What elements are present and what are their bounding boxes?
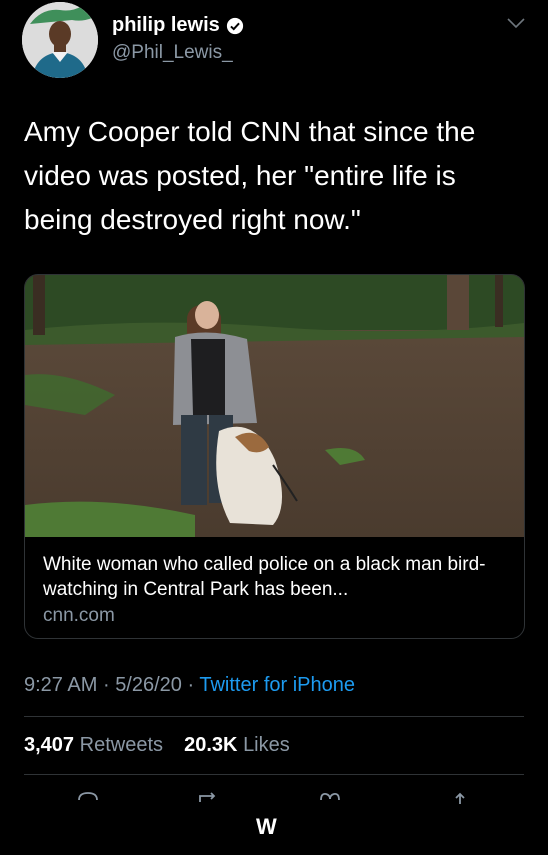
tweet-stats: 3,407 Retweets 20.3K Likes — [24, 734, 290, 757]
display-name-row[interactable]: philip lewis — [112, 14, 244, 37]
like-icon[interactable] — [318, 790, 342, 806]
card-domain[interactable]: cnn.com — [43, 605, 115, 627]
tweet-meta: 9:27 AM · 5/26/20 · Twitter for iPhone — [24, 674, 355, 697]
divider — [24, 716, 524, 717]
action-bar — [0, 776, 548, 806]
tweet-date[interactable]: 5/26/20 — [115, 674, 182, 696]
verified-badge-icon — [226, 17, 243, 34]
likes-stat[interactable]: 20.3K Likes — [184, 734, 290, 756]
likes-label: Likes — [243, 734, 290, 756]
meta-separator: · — [187, 674, 195, 696]
handle[interactable]: @Phil_Lewis_ — [112, 42, 244, 64]
retweets-label: Retweets — [79, 734, 163, 756]
avatar[interactable] — [22, 2, 98, 78]
likes-count: 20.3K — [184, 734, 238, 756]
meta-separator: · — [102, 674, 110, 696]
share-icon[interactable] — [448, 790, 472, 806]
chevron-down-icon[interactable] — [506, 16, 526, 30]
retweets-stat[interactable]: 3,407 Retweets — [24, 734, 169, 756]
tweet-source[interactable]: Twitter for iPhone — [199, 674, 355, 696]
card-title[interactable]: White woman who called police on a black… — [43, 552, 513, 602]
card-image[interactable] — [25, 275, 524, 537]
tweet-time[interactable]: 9:27 AM — [24, 674, 97, 696]
display-name[interactable]: philip lewis — [112, 14, 220, 37]
retweets-count: 3,407 — [24, 734, 75, 756]
retweet-icon[interactable] — [197, 790, 221, 806]
tweet-header: philip lewis @Phil_Lewis_ — [22, 0, 526, 80]
reply-icon[interactable] — [76, 790, 100, 806]
divider — [24, 774, 524, 775]
tweet-text: Amy Cooper told CNN that since the video… — [24, 116, 476, 235]
link-card[interactable]: White woman who called police on a black… — [24, 274, 525, 639]
watermark: W — [256, 814, 277, 839]
